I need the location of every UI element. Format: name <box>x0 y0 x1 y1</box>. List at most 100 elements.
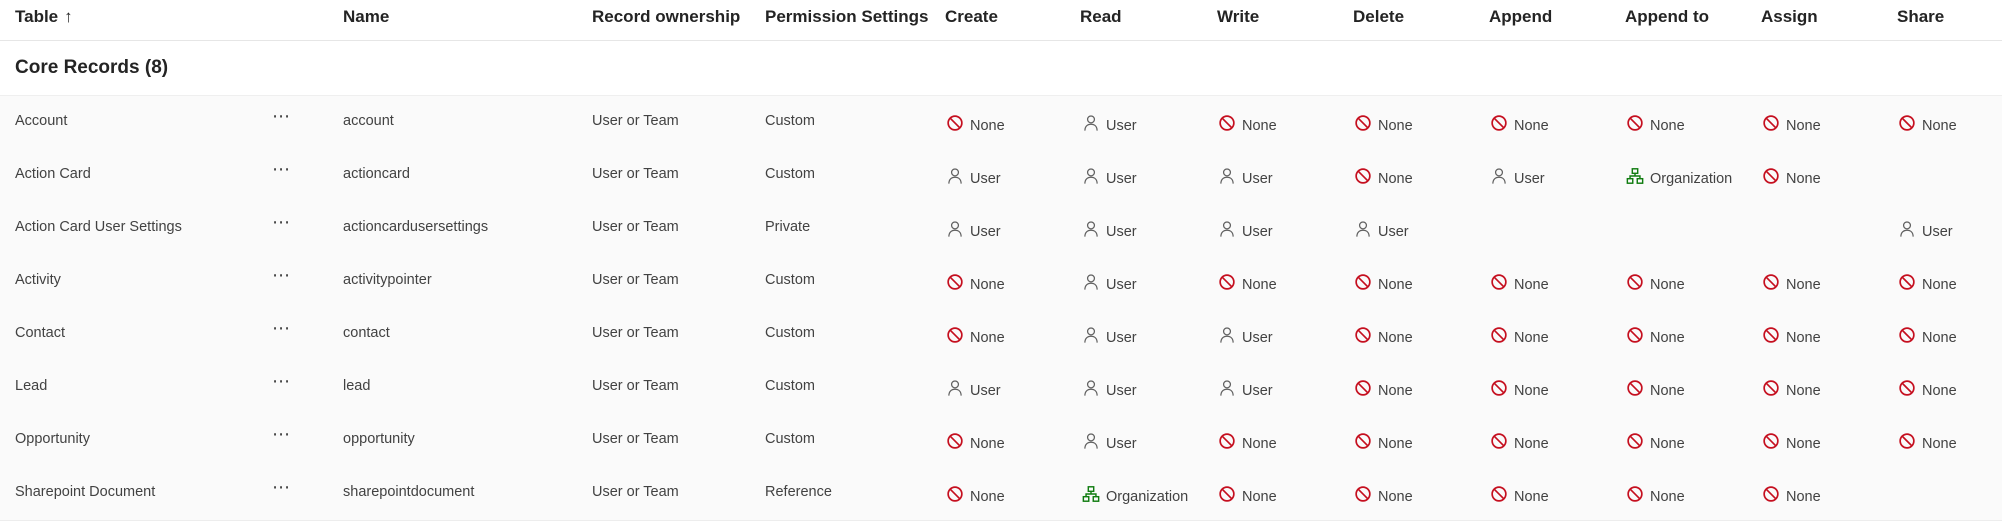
permission-share[interactable]: None <box>1898 379 1957 399</box>
column-header-append-to[interactable]: Append to <box>1625 0 1709 34</box>
permission-delete[interactable]: None <box>1354 273 1413 293</box>
more-actions-button[interactable]: ⋯ <box>272 477 291 498</box>
table-row[interactable]: Action Card User Settings actioncardusers… <box>0 202 2002 256</box>
table-row[interactable]: Contact contact User or Team Custom ⋯ None Use… <box>0 308 2002 362</box>
column-header-name[interactable]: Name <box>343 0 389 34</box>
permission-assign[interactable]: None <box>1762 326 1821 346</box>
prohibited-icon <box>1627 433 1643 449</box>
column-header-table[interactable]: Table ↑ <box>15 0 73 34</box>
prohibited-icon <box>1355 168 1371 184</box>
permission-share[interactable]: None <box>1898 114 1957 134</box>
permission-write[interactable]: None <box>1218 273 1277 293</box>
permission-delete[interactable]: None <box>1354 114 1413 134</box>
table-row[interactable]: Account account User or Team Custom ⋯ None Use… <box>0 96 2002 150</box>
permission-append-to[interactable]: None <box>1626 485 1685 505</box>
permission-create[interactable]: None <box>946 273 1005 293</box>
permission-append-to[interactable]: None <box>1626 114 1685 134</box>
column-header-write[interactable]: Write <box>1217 0 1259 34</box>
permission-delete[interactable]: None <box>1354 326 1413 346</box>
permission-read[interactable]: User <box>1082 273 1137 293</box>
permission-read[interactable]: User <box>1082 326 1137 346</box>
more-actions-button[interactable]: ⋯ <box>272 265 291 286</box>
permission-create[interactable]: User <box>946 167 1001 187</box>
permission-append[interactable]: None <box>1490 379 1549 399</box>
permission-share[interactable]: None <box>1898 326 1957 346</box>
permission-read[interactable]: User <box>1082 432 1137 452</box>
column-header-read[interactable]: Read <box>1080 0 1122 34</box>
table-row[interactable]: Opportunity opportunity User or Team Custom… <box>0 414 2002 468</box>
permission-share[interactable]: None <box>1898 432 1957 452</box>
permission-label: None <box>1514 330 1549 346</box>
permission-delete[interactable]: None <box>1354 432 1413 452</box>
permission-append[interactable]: None <box>1490 485 1549 505</box>
permission-read[interactable]: User <box>1082 114 1137 134</box>
permission-assign[interactable]: None <box>1762 432 1821 452</box>
permission-write[interactable]: User <box>1218 326 1273 346</box>
permission-write[interactable]: None <box>1218 432 1277 452</box>
permission-label: None <box>1378 118 1413 134</box>
permission-append-to[interactable]: None <box>1626 432 1685 452</box>
prohibited-icon <box>1491 486 1507 502</box>
permission-delete[interactable]: None <box>1354 167 1413 187</box>
permission-write[interactable]: None <box>1218 485 1277 505</box>
permission-write[interactable]: None <box>1218 114 1277 134</box>
permission-read[interactable]: User <box>1082 220 1137 240</box>
permission-share[interactable]: User <box>1898 220 1953 240</box>
permission-read[interactable]: User <box>1082 379 1137 399</box>
permission-read[interactable]: Organization <box>1082 485 1188 505</box>
permission-append-to[interactable]: None <box>1626 379 1685 399</box>
prohibited-icon <box>1763 327 1779 343</box>
permission-append[interactable]: None <box>1490 326 1549 346</box>
permission-create[interactable]: None <box>946 485 1005 505</box>
more-actions-button[interactable]: ⋯ <box>272 371 291 392</box>
permission-assign[interactable]: None <box>1762 485 1821 505</box>
column-header-permission-settings[interactable]: Permission Settings <box>765 0 928 34</box>
permission-assign[interactable]: None <box>1762 167 1821 187</box>
permission-delete[interactable]: None <box>1354 485 1413 505</box>
more-actions-button[interactable]: ⋯ <box>272 212 291 233</box>
permission-delete[interactable]: None <box>1354 379 1413 399</box>
permission-create[interactable]: None <box>946 114 1005 134</box>
permission-label: None <box>1514 383 1549 399</box>
permission-create[interactable]: User <box>946 220 1001 240</box>
column-header-record-ownership[interactable]: Record ownership <box>592 0 740 34</box>
permission-create[interactable]: None <box>946 432 1005 452</box>
column-header-delete[interactable]: Delete <box>1353 0 1404 34</box>
permission-assign[interactable]: None <box>1762 379 1821 399</box>
permission-write[interactable]: User <box>1218 220 1273 240</box>
more-actions-button[interactable]: ⋯ <box>272 318 291 339</box>
table-row[interactable]: Action Card actioncard User or Team Custom ⋯… <box>0 149 2002 203</box>
permission-append-to[interactable]: None <box>1626 273 1685 293</box>
cell-name: lead <box>343 378 371 394</box>
cell-record-ownership: User or Team <box>592 378 679 394</box>
permission-append[interactable]: None <box>1490 432 1549 452</box>
table-row[interactable]: Lead lead User or Team Custom ⋯ User User User N… <box>0 361 2002 415</box>
permission-append-to[interactable]: None <box>1626 326 1685 346</box>
permission-read[interactable]: User <box>1082 167 1137 187</box>
permission-label: User <box>1242 224 1273 240</box>
column-header-assign[interactable]: Assign <box>1761 0 1818 34</box>
more-actions-button[interactable]: ⋯ <box>272 424 291 445</box>
permission-create[interactable]: None <box>946 326 1005 346</box>
table-row[interactable]: Activity activitypointer User or Team Custo… <box>0 255 2002 309</box>
column-header-create[interactable]: Create <box>945 0 998 34</box>
table-row[interactable]: Sharepoint Document sharepointdocument Use… <box>0 467 2002 521</box>
cell-name: opportunity <box>343 431 415 447</box>
more-actions-button[interactable]: ⋯ <box>272 159 291 180</box>
cell-permission-settings: Custom <box>765 378 815 394</box>
permission-create[interactable]: User <box>946 379 1001 399</box>
column-header-share[interactable]: Share <box>1897 0 1944 34</box>
permission-assign[interactable]: None <box>1762 273 1821 293</box>
permission-share[interactable]: None <box>1898 273 1957 293</box>
more-actions-button[interactable]: ⋯ <box>272 106 291 127</box>
permission-assign[interactable]: None <box>1762 114 1821 134</box>
permission-write[interactable]: User <box>1218 379 1273 399</box>
permission-append[interactable]: None <box>1490 114 1549 134</box>
permission-append[interactable]: User <box>1490 167 1545 187</box>
permission-label: None <box>1922 118 1957 134</box>
column-header-append[interactable]: Append <box>1489 0 1552 34</box>
permission-append[interactable]: None <box>1490 273 1549 293</box>
permission-write[interactable]: User <box>1218 167 1273 187</box>
permission-append-to[interactable]: Organization <box>1626 167 1732 187</box>
permission-delete[interactable]: User <box>1354 220 1409 240</box>
